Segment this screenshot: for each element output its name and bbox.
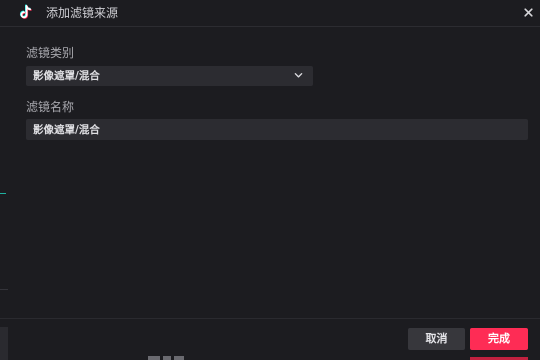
filter-name-input[interactable] (26, 119, 528, 140)
filter-category-select[interactable]: 影像遮罩/混合 (26, 66, 313, 86)
filter-category-value: 影像遮罩/混合 (33, 70, 100, 82)
cancel-button[interactable]: 取消 (408, 328, 465, 350)
background-panel-edge (0, 327, 8, 360)
done-button[interactable]: 完成 (470, 328, 528, 350)
add-filter-dialog: 添加滤镜来源 滤镜类别 影像遮罩/混合 滤镜名称 取消 完成 (0, 0, 540, 360)
title-bar: 添加滤镜来源 (0, 0, 540, 27)
filter-category-label: 滤镜类别 (26, 46, 75, 60)
background-accent-line (0, 193, 6, 194)
chevron-down-icon (294, 73, 303, 78)
background-divider (0, 289, 8, 290)
filter-name-label: 滤镜名称 (26, 100, 75, 114)
close-icon[interactable] (523, 7, 534, 18)
footer-divider (0, 318, 540, 319)
background-text-fragment (148, 356, 184, 360)
dialog-title: 添加滤镜来源 (46, 6, 119, 20)
tiktok-logo-icon (19, 4, 32, 19)
